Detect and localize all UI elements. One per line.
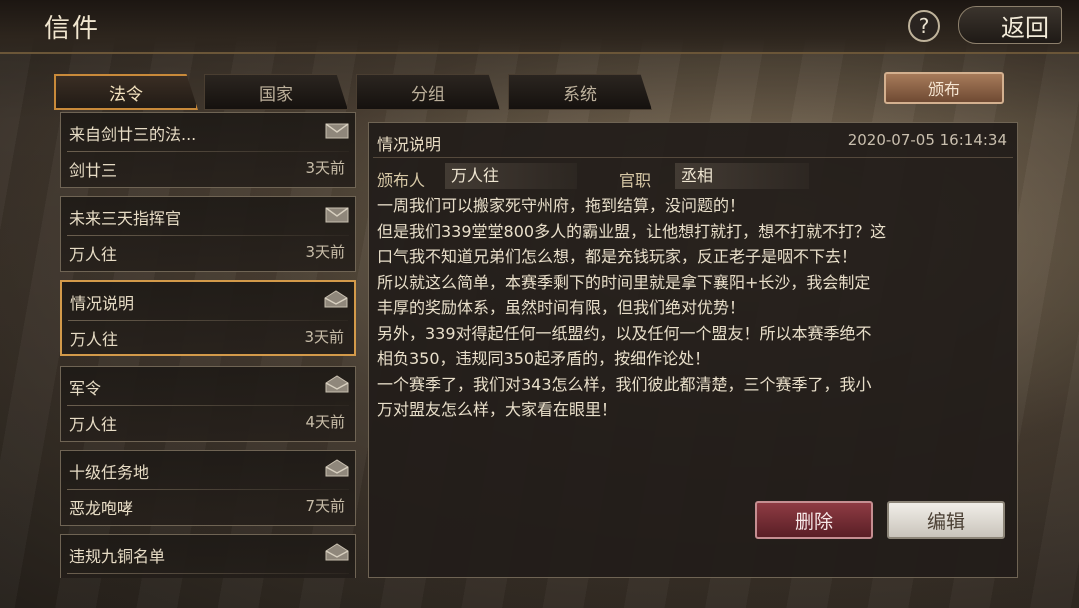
detail-title: 情况说明 bbox=[377, 135, 442, 154]
body-line: 所以就这么简单，本赛季剩下的时间里就是拿下襄阳+长沙，我会制定 bbox=[377, 272, 871, 292]
message-subject: 违规九铜名单 bbox=[69, 547, 166, 566]
envelope-icon bbox=[325, 123, 349, 139]
message-sender: 恶龙咆哮 bbox=[69, 499, 134, 518]
tab-decree[interactable]: 法令 bbox=[54, 74, 198, 110]
body-line: 一周我们可以搬家死守州府，拖到结算，没问题的！ bbox=[377, 196, 746, 215]
envelope-open-icon bbox=[325, 543, 349, 561]
body-line: 口气我不知道兄弟们怎么想，都是充钱玩家，反正老子是咽不下去！ bbox=[377, 247, 858, 266]
publisher-label: 颁布人 bbox=[377, 171, 426, 190]
message-list: 来自剑廿三的法... 剑廿三 3天前 未来三天指挥官 万人往 3天前 情况说明 … bbox=[58, 112, 360, 578]
message-subject: 未来三天指挥官 bbox=[69, 209, 182, 228]
message-time: 3天前 bbox=[305, 159, 345, 177]
item-divider bbox=[67, 151, 349, 152]
help-button[interactable]: ? bbox=[908, 10, 940, 42]
message-sender: 万人往 bbox=[70, 330, 119, 349]
message-time: 3天前 bbox=[304, 328, 344, 346]
envelope-open-icon bbox=[324, 290, 348, 308]
message-subject: 来自剑廿三的法... bbox=[69, 125, 197, 144]
item-divider bbox=[67, 573, 349, 574]
message-time: 3天前 bbox=[305, 243, 345, 261]
message-item[interactable]: 未来三天指挥官 万人往 3天前 bbox=[60, 196, 356, 272]
message-item[interactable]: 来自剑廿三的法... 剑廿三 3天前 bbox=[60, 112, 356, 188]
edit-button[interactable]: 编辑 bbox=[887, 501, 1005, 539]
item-divider bbox=[67, 489, 349, 490]
delete-button[interactable]: 删除 bbox=[755, 501, 873, 539]
tab-system[interactable]: 系统 bbox=[508, 74, 652, 110]
message-item[interactable]: 违规九铜名单 bbox=[60, 534, 356, 578]
body-line: 一个赛季了，我们对343怎么样，我们彼此都清楚，三个赛季了，我小 bbox=[377, 374, 872, 394]
publish-button[interactable]: 颁布 bbox=[884, 72, 1004, 104]
detail-date: 2020-07-05 16:14:34 bbox=[847, 131, 1007, 149]
page-title: 信件 bbox=[44, 14, 101, 44]
message-sender: 剑廿三 bbox=[69, 161, 118, 180]
message-time: 4天前 bbox=[305, 413, 345, 431]
body-line: 另外，339对得起任何一纸盟约，以及任何一个盟友！所以本赛季绝不 bbox=[377, 323, 872, 343]
message-body[interactable]: ………… 一周我们可以搬家死守州府，拖到结算，没问题的！ 但是我们339堂堂80… bbox=[377, 195, 1009, 445]
office-value: 丞相 bbox=[675, 163, 809, 189]
message-subject: 十级任务地 bbox=[69, 463, 150, 482]
message-subject: 军令 bbox=[69, 379, 102, 398]
item-divider bbox=[67, 235, 349, 236]
item-divider bbox=[67, 405, 349, 406]
back-button[interactable]: 返回 bbox=[958, 6, 1062, 44]
body-line: 万对盟友怎么样，大家看在眼里！ bbox=[377, 400, 618, 419]
body-line: 相负350，违规同350起矛盾的，按细作论处！ bbox=[377, 349, 711, 368]
message-detail-panel: 情况说明 2020-07-05 16:14:34 颁布人 万人往 官职 丞相 …… bbox=[368, 122, 1018, 578]
message-item-selected[interactable]: 情况说明 万人往 3天前 bbox=[60, 280, 356, 356]
envelope-icon bbox=[325, 207, 349, 223]
message-sender: 万人往 bbox=[69, 245, 118, 264]
message-sender: 万人往 bbox=[69, 415, 118, 434]
detail-divider bbox=[373, 157, 1013, 158]
envelope-open-icon bbox=[325, 459, 349, 477]
message-time: 7天前 bbox=[305, 497, 345, 515]
office-label: 官职 bbox=[619, 171, 652, 190]
top-bar: 信件 ? 返回 bbox=[0, 0, 1079, 54]
message-item[interactable]: 军令 万人往 4天前 bbox=[60, 366, 356, 442]
message-subject: 情况说明 bbox=[70, 294, 135, 313]
envelope-open-icon bbox=[325, 375, 349, 393]
tab-country[interactable]: 国家 bbox=[204, 74, 348, 110]
body-line: 丰厚的奖励体系，虽然时间有限，但我们绝对优势！ bbox=[377, 298, 746, 317]
tab-group[interactable]: 分组 bbox=[356, 74, 500, 110]
item-divider bbox=[68, 320, 348, 321]
message-item[interactable]: 十级任务地 恶龙咆哮 7天前 bbox=[60, 450, 356, 526]
body-line: 但是我们339堂堂800多人的霸业盟，让他想打就打，想不打就不打？这 bbox=[377, 221, 887, 241]
publisher-name: 万人往 bbox=[445, 163, 577, 189]
